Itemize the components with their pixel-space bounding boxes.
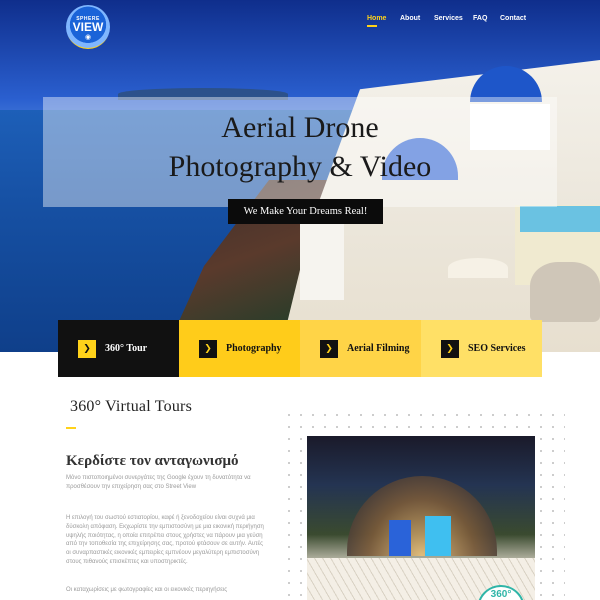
chevron-right-icon: ❯ [199,339,217,358]
service-seo[interactable]: ❯ SEO Services [421,320,542,377]
pool [520,206,600,232]
chevron-right-icon: ❯ [78,339,96,358]
paragraph: Οι καταχωρίσεις με φωτογραφίες και οι ει… [66,587,228,593]
services-bar: ❯ 360° Tour ❯ Photography ❯ Aerial Filmi… [58,320,542,377]
paragraph: Η επιλογή του σωστού εστιατορίου, καφέ ή… [66,515,264,565]
umbrella [448,258,508,278]
nav-home-label: Home [367,15,387,22]
chevron-right-icon: ❯ [320,339,338,358]
hero-cta-button[interactable]: We Make Your Dreams Real! [228,199,383,224]
service-label: 360° Tour [105,343,148,354]
section-title-underline [66,427,76,429]
door [389,520,411,556]
nav-faq[interactable]: FAQ [473,15,487,22]
nav-about[interactable]: About [400,15,420,22]
nav-faq-label: FAQ [473,15,488,22]
nav-contact-label: Contact [500,15,527,22]
service-aerial-filming[interactable]: ❯ Aerial Filming [300,320,421,377]
paragraph: Μόνο πιστοποιημένοι συνεργάτες της Googl… [66,475,251,490]
nav-about-label: About [400,15,421,22]
service-label: SEO Services [468,343,526,354]
hero-title-line2: Photography & Video [168,150,432,183]
virtual-tour-photo[interactable] [307,436,535,600]
section-title: 360° Virtual Tours [70,398,192,415]
service-photography[interactable]: ❯ Photography [179,320,300,377]
logo[interactable]: SPHERE VIEW ◉ [66,5,110,49]
bell-tower [300,212,344,300]
door [425,516,451,556]
service-360-tour[interactable]: ❯ 360° Tour [58,320,179,377]
nav-services-label: Services [434,15,463,22]
section-subheading: Κερδίστε τον ανταγωνισμό [66,453,239,469]
hero-title: Aerial Drone Photography & Video [0,108,600,186]
nav-home[interactable]: Home [367,15,387,27]
chevron-right-icon: ❯ [441,339,459,358]
nav-active-indicator [367,25,377,27]
logo-main-text: VIEW [72,19,104,34]
nav-contact[interactable]: Contact [500,15,526,22]
hero-title-line1: Aerial Drone [221,111,379,144]
service-label: Photography [226,343,282,354]
eye-icon: ◉ [84,32,92,41]
arch [347,476,497,556]
rock [530,262,600,322]
nav-services[interactable]: Services [434,15,463,22]
service-label: Aerial Filming [347,343,410,354]
